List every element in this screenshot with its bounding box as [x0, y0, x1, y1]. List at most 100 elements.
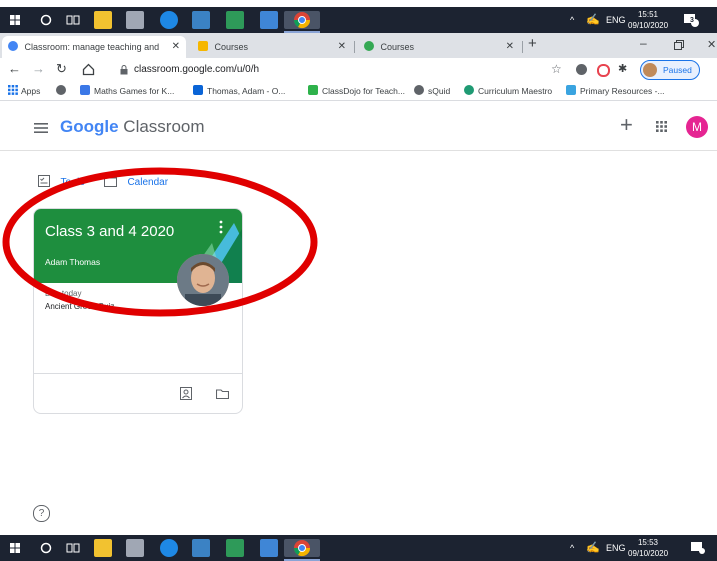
- bookmark-outlook[interactable]: Thomas, Adam - O...: [193, 82, 285, 100]
- bookmark-label: Thomas, Adam - O...: [207, 86, 286, 96]
- apps-grid-icon: [8, 85, 18, 95]
- clock-date: 09/10/2020: [628, 21, 669, 30]
- reload-icon[interactable]: ↻: [56, 61, 67, 77]
- bookmark-label: sQuid: [428, 86, 451, 96]
- photos-icon[interactable]: [192, 11, 210, 29]
- windows-start-icon[interactable]: [10, 15, 20, 25]
- windows-start-icon[interactable]: [10, 543, 20, 553]
- toolbar: ← → ↻ classroom.google.com/u/0/h ☆ ✱ Pau…: [0, 58, 717, 82]
- url-text: classroom.google.com/u/0/h: [134, 64, 260, 75]
- search-icon[interactable]: [40, 14, 52, 26]
- logo-product: Classroom: [123, 117, 205, 136]
- new-tab-button[interactable]: +: [528, 35, 537, 52]
- bookmark-label: Maths Games for K...: [94, 86, 175, 96]
- taskbar-bottom: ^ ✍ ENG 15:53 09/10/2020: [0, 535, 717, 561]
- bookmarks-bar: Apps Maths Games for K... Thomas, Adam -…: [0, 82, 717, 101]
- extensions-puzzle-icon[interactable]: ✱: [618, 62, 627, 75]
- profile-button[interactable]: Paused: [640, 60, 700, 80]
- maths-favicon: [80, 85, 90, 95]
- gradebook-icon[interactable]: [180, 387, 192, 400]
- language-indicator[interactable]: ENG: [606, 535, 626, 561]
- lock-icon: [120, 65, 128, 75]
- edge-icon[interactable]: [160, 11, 178, 29]
- bookmark-label: Curriculum Maestro: [478, 86, 553, 96]
- notification-count: 3: [690, 17, 694, 24]
- courses-favicon: [364, 41, 374, 51]
- edge-icon[interactable]: [160, 539, 178, 557]
- close-window-button[interactable]: ✕: [707, 38, 716, 51]
- store-icon[interactable]: [126, 539, 144, 557]
- notification-icon[interactable]: [690, 541, 706, 555]
- smart-notebook-icon[interactable]: [226, 539, 244, 557]
- task-view-icon[interactable]: [66, 14, 80, 26]
- bookmark-label: Apps: [21, 86, 41, 96]
- pen-icon[interactable]: ✍: [586, 535, 600, 561]
- chrome-taskbar-button[interactable]: [284, 11, 320, 29]
- account-avatar[interactable]: M: [686, 116, 708, 138]
- bookmark-apps[interactable]: Apps: [8, 82, 40, 100]
- task-view-icon[interactable]: [66, 542, 80, 554]
- restore-button[interactable]: [674, 40, 684, 50]
- tab-strip: Classroom: manage teaching and ✕ Courses…: [0, 33, 717, 58]
- taskbar-top: ^ ✍ ENG 15:51 09/10/2020 3: [0, 7, 717, 33]
- chrome-taskbar-button[interactable]: [284, 539, 320, 557]
- file-explorer-icon[interactable]: [94, 539, 112, 557]
- bookmark-maths-games[interactable]: Maths Games for K...: [80, 82, 174, 100]
- tab-label: Classroom: manage teaching and: [24, 42, 160, 52]
- tab-divider: [354, 41, 355, 53]
- tab-close-icon[interactable]: ✕: [506, 36, 514, 58]
- folder-icon[interactable]: [216, 389, 229, 399]
- back-icon[interactable]: ←: [8, 61, 21, 76]
- bookmark-primary-resources[interactable]: Primary Resources -...: [566, 82, 665, 100]
- globe-icon: [414, 85, 424, 95]
- taskbar-clock[interactable]: 15:51 09/10/2020: [628, 9, 668, 31]
- app-icon[interactable]: [260, 11, 278, 29]
- extension-icon[interactable]: [597, 64, 610, 77]
- extension-icon[interactable]: [576, 64, 587, 75]
- tab-classroom[interactable]: Classroom: manage teaching and ✕: [2, 36, 186, 58]
- bookmark-squid[interactable]: sQuid: [414, 82, 450, 100]
- clock-time: 15:53: [637, 538, 659, 547]
- bookmark-label: Primary Resources -...: [580, 86, 665, 96]
- google-favicon: [8, 41, 18, 51]
- tab-close-icon[interactable]: ✕: [172, 36, 180, 58]
- photos-icon[interactable]: [192, 539, 210, 557]
- bookmark-label: ClassDojo for Teach...: [322, 86, 405, 96]
- minimize-button[interactable]: –: [640, 36, 647, 50]
- create-join-class-button[interactable]: +: [620, 113, 633, 137]
- clock-time: 15:51: [637, 10, 659, 19]
- profile-status: Paused: [663, 65, 692, 75]
- google-apps-icon[interactable]: [656, 121, 667, 132]
- bookmark-classdojo[interactable]: ClassDojo for Teach...: [308, 82, 405, 100]
- globe-icon: [56, 85, 66, 95]
- pen-icon[interactable]: ✍: [586, 7, 600, 33]
- app-icon[interactable]: [260, 539, 278, 557]
- bookmark-globe[interactable]: [56, 82, 70, 100]
- card-divider: [34, 373, 242, 374]
- tab-label: Courses: [380, 42, 415, 52]
- search-icon[interactable]: [40, 542, 52, 554]
- bookmark-star-icon[interactable]: ☆: [551, 62, 562, 76]
- address-bar[interactable]: classroom.google.com/u/0/h: [112, 60, 562, 80]
- store-icon[interactable]: [126, 11, 144, 29]
- tab-divider: [522, 41, 523, 53]
- bookmark-curriculum-maestro[interactable]: Curriculum Maestro: [464, 82, 552, 100]
- language-indicator[interactable]: ENG: [606, 7, 626, 33]
- highlight-circle-annotation: [2, 167, 318, 317]
- tray-chevron-icon[interactable]: ^: [570, 535, 574, 561]
- clock-date: 09/10/2020: [628, 549, 669, 558]
- classroom-logo[interactable]: Google Classroom: [60, 117, 205, 137]
- taskbar-clock[interactable]: 15:53 09/10/2020: [628, 537, 668, 559]
- file-explorer-icon[interactable]: [94, 11, 112, 29]
- smart-notebook-icon[interactable]: [226, 11, 244, 29]
- forward-icon[interactable]: →: [32, 61, 45, 76]
- maestro-favicon: [464, 85, 474, 95]
- home-icon[interactable]: [82, 63, 95, 76]
- help-icon[interactable]: ?: [33, 505, 50, 522]
- tab-close-icon[interactable]: ✕: [338, 36, 346, 58]
- tray-chevron-icon[interactable]: ^: [570, 7, 574, 33]
- tab-courses-1[interactable]: Courses ✕: [192, 36, 352, 58]
- main-menu-icon[interactable]: [34, 123, 48, 133]
- tab-courses-2[interactable]: Courses ✕: [358, 36, 518, 58]
- tab-label: Courses: [214, 42, 249, 52]
